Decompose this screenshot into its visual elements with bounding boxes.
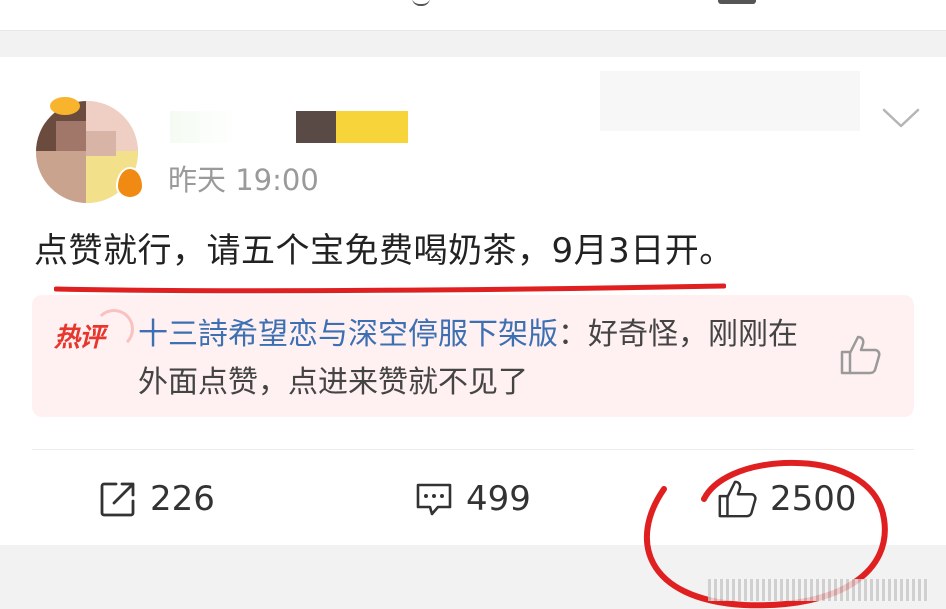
flame-badge-icon: [116, 167, 144, 199]
thumbs-up-icon[interactable]: [838, 333, 882, 377]
comment-button[interactable]: 499: [414, 477, 531, 521]
post-text: 点赞就行，请五个宝免费喝奶茶，9月3日开。: [34, 231, 734, 271]
partial-icon: [718, 0, 756, 4]
partial-icon: [412, 0, 430, 6]
post-card: 昨天 19:00 点赞就行，请五个宝免费喝奶茶，9月3日开。 热评 十三詩希望恋…: [0, 57, 946, 609]
username-redacted[interactable]: [296, 111, 336, 143]
hot-comment-separator: ：: [558, 317, 588, 352]
username-redacted[interactable]: [170, 111, 240, 143]
thumbs-up-icon: [718, 480, 757, 518]
divider: [32, 449, 914, 450]
avatar-decoration: [50, 97, 80, 115]
redacted-area: [600, 71, 860, 131]
avatar-pixel: [86, 131, 116, 156]
watermark: [708, 579, 928, 601]
hot-comment-tag: 热评: [54, 323, 105, 353]
post-timestamp: 昨天 19:00: [168, 163, 319, 197]
share-icon: [100, 482, 135, 517]
chevron-down-icon[interactable]: [882, 107, 920, 129]
avatar-pixel: [56, 121, 86, 151]
repost-count: 226: [150, 479, 215, 519]
previous-post-strip: [0, 0, 946, 31]
hot-comment[interactable]: 热评 十三詩希望恋与深空停服下架版：好奇怪，刚刚在外面点赞，点进来赞就不见了: [32, 295, 914, 417]
hot-comment-user[interactable]: 十三詩希望恋与深空停服下架版: [138, 317, 558, 352]
red-annotation-underline: [54, 283, 726, 294]
comment-count: 499: [466, 479, 531, 519]
avatar-pixel: [36, 151, 86, 203]
username-redacted[interactable]: [336, 111, 408, 143]
repost-button[interactable]: 226: [98, 477, 215, 521]
like-count: 2500: [770, 479, 857, 519]
comment-icon: [416, 483, 452, 516]
hot-comment-body: 十三詩希望恋与深空停服下架版：好奇怪，刚刚在外面点赞，点进来赞就不见了: [138, 311, 818, 407]
like-button[interactable]: 2500: [716, 477, 857, 521]
